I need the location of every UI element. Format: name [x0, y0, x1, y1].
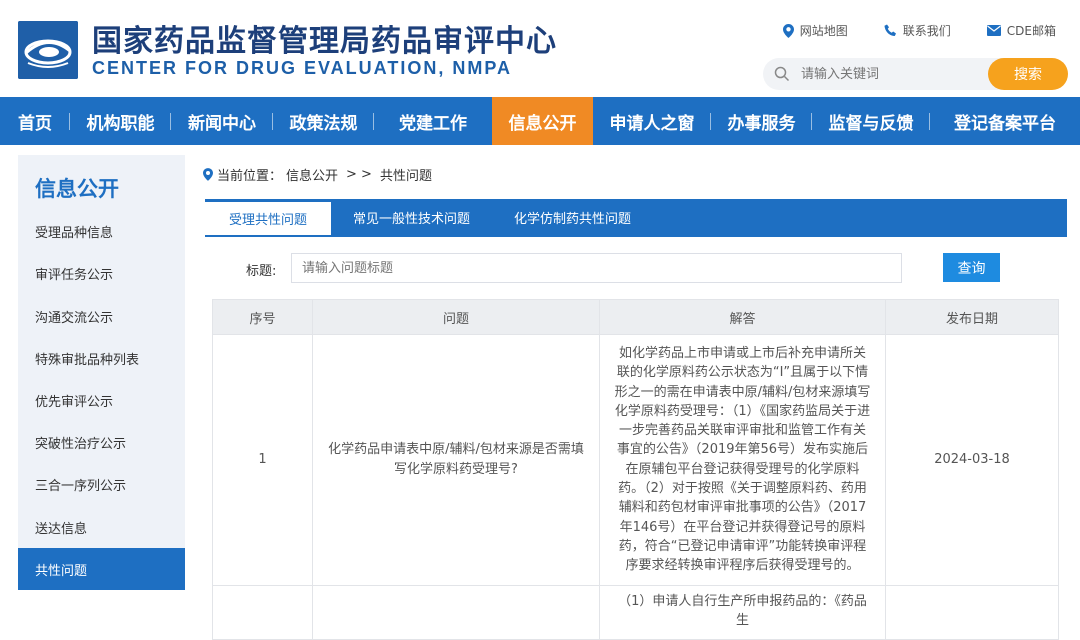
left-sidebar: 信息公开 受理品种信息 审评任务公示 沟通交流公示 特殊审批品种列表 优先审评公… [18, 155, 185, 590]
tab-label: 化学仿制药共性问题 [514, 211, 632, 227]
table-header-row: 序号 问题 解答 发布日期 [212, 299, 1059, 335]
nav-item-feedback[interactable]: 监督与反馈 [812, 97, 930, 145]
nav-label: 政策法规 [289, 113, 358, 134]
cell-question [312, 584, 600, 640]
nav-label: 监督与反馈 [828, 113, 914, 134]
nav-label: 信息公开 [508, 113, 577, 134]
contact-link[interactable]: 联系我们 [884, 22, 951, 39]
nav-label: 党建工作 [399, 113, 467, 134]
cell-date: 2024-03-18 [885, 334, 1059, 586]
sidebar-item-accepted-varieties[interactable]: 受理品种信息 [18, 210, 185, 252]
sitemap-label: 网站地图 [799, 24, 848, 38]
issues-table: 序号 问题 解答 发布日期 1 化学药品申请表中原/辅料/包材来源是否需填写化学… [212, 299, 1059, 640]
tab-generic-chemical-issues[interactable]: 化学仿制药共性问题 [492, 199, 653, 235]
nav-item-functions[interactable]: 机构职能 [70, 97, 171, 145]
cde-mail-label: CDE邮箱 [1006, 24, 1056, 38]
sidebar-item-three-in-one[interactable]: 三合一序列公示 [18, 463, 185, 505]
header-question: 问题 [312, 299, 600, 335]
sidebar-item-label: 三合一序列公示 [35, 478, 127, 494]
cde-mail-link[interactable]: CDE邮箱 [986, 22, 1056, 39]
location-pin-icon [782, 23, 794, 38]
nav-item-services[interactable]: 办事服务 [711, 97, 812, 145]
tab-label: 受理共性问题 [229, 213, 308, 228]
nav-item-info-disclosure[interactable]: 信息公开 [492, 97, 593, 145]
main-nav: 首页 机构职能 新闻中心 政策法规 党建工作 信息公开 申请人之窗 办事服务 监… [0, 97, 1080, 145]
title-filter-input[interactable] [291, 253, 902, 283]
cell-no [212, 584, 313, 640]
nav-label: 办事服务 [727, 113, 796, 134]
nav-label: 新闻中心 [188, 113, 256, 134]
nav-label: 首页 [18, 113, 52, 134]
sidebar-item-review-tasks[interactable]: 审评任务公示 [18, 252, 185, 294]
breadcrumb-prefix: 当前位置： [217, 169, 283, 184]
nav-item-policy[interactable]: 政策法规 [273, 97, 374, 145]
tabs-underline [205, 235, 1067, 237]
sidebar-title: 信息公开 [35, 177, 119, 201]
cell-answer: （1）申请人自行生产所申报药品的：《药品生 [599, 584, 886, 640]
sitemap-link[interactable]: 网站地图 [782, 22, 848, 39]
breadcrumb-separator: > > [346, 167, 372, 182]
sidebar-item-label: 审评任务公示 [35, 267, 114, 283]
site-subtitle: CENTER FOR DRUG EVALUATION, NMPA [92, 58, 512, 78]
query-button[interactable]: 查询 [943, 253, 1000, 282]
title-filter-label: 标题: [246, 264, 277, 279]
sidebar-item-label: 共性问题 [35, 563, 88, 579]
sidebar-item-label: 突破性治疗公示 [35, 436, 127, 452]
table-row[interactable]: （1）申请人自行生产所申报药品的：《药品生 [212, 584, 1059, 640]
sidebar-item-label: 特殊审批品种列表 [35, 352, 140, 368]
sidebar-item-delivery-info[interactable]: 送达信息 [18, 506, 185, 548]
site-title: 国家药品监督管理局药品审评中心 [92, 24, 557, 59]
cell-no: 1 [212, 334, 313, 586]
nav-item-applicant[interactable]: 申请人之窗 [593, 97, 711, 145]
cde-logo[interactable] [18, 21, 78, 79]
cell-date [885, 584, 1059, 640]
breadcrumb-info-disclosure[interactable]: 信息公开 [286, 165, 338, 184]
cell-answer: 如化学药品上市申请或上市后补充申请所关联的化学原料药公示状态为“I”且属于以下情… [599, 334, 886, 586]
sidebar-item-label: 送达信息 [35, 521, 88, 537]
tab-acceptance-issues[interactable]: 受理共性问题 [205, 199, 332, 235]
mail-icon [986, 25, 1001, 36]
tab-label: 常见一般性技术问题 [353, 211, 471, 227]
nav-label: 登记备案平台 [954, 113, 1056, 134]
contact-label: 联系我们 [902, 24, 951, 38]
cell-question: 化学药品申请表中原/辅料/包材来源是否需填写化学原料药受理号? [312, 334, 600, 586]
table-row[interactable]: 1 化学药品申请表中原/辅料/包材来源是否需填写化学原料药受理号? 如化学药品上… [212, 334, 1059, 586]
sidebar-item-communication[interactable]: 沟通交流公示 [18, 295, 185, 337]
sidebar-item-priority-review[interactable]: 优先审评公示 [18, 379, 185, 421]
search-button[interactable]: 搜索 [988, 58, 1068, 90]
tab-general-technical-issues[interactable]: 常见一般性技术问题 [331, 199, 492, 235]
search-input[interactable] [801, 64, 981, 84]
search-icon [774, 66, 790, 82]
breadcrumb-common-issues[interactable]: 共性问题 [380, 165, 432, 184]
location-pin-icon [203, 168, 213, 181]
nav-label: 申请人之窗 [609, 113, 695, 134]
nav-item-party[interactable]: 党建工作 [374, 97, 492, 145]
header-date: 发布日期 [885, 299, 1059, 335]
issue-tabs: 受理共性问题 常见一般性技术问题 化学仿制药共性问题 [205, 199, 1067, 235]
top-links: 网站地图 联系我们 CDE邮箱 [782, 22, 1056, 39]
sidebar-item-label: 受理品种信息 [35, 225, 114, 241]
nav-item-registration[interactable]: 登记备案平台 [930, 97, 1080, 145]
phone-icon [884, 24, 896, 36]
site-header: 国家药品监督管理局药品审评中心 CENTER FOR DRUG EVALUATI… [0, 0, 1080, 97]
sidebar-item-label: 优先审评公示 [35, 394, 114, 410]
header-answer: 解答 [599, 299, 886, 335]
sidebar-item-breakthrough[interactable]: 突破性治疗公示 [18, 421, 185, 463]
nav-item-news[interactable]: 新闻中心 [171, 97, 273, 145]
breadcrumb: 当前位置： 信息公开 > > 共性问题 [203, 165, 432, 184]
sidebar-item-label: 沟通交流公示 [35, 310, 114, 326]
nav-label: 机构职能 [86, 113, 155, 134]
nav-item-home[interactable]: 首页 [0, 97, 70, 145]
sidebar-item-special-approval[interactable]: 特殊审批品种列表 [18, 337, 185, 379]
header-no: 序号 [212, 299, 313, 335]
